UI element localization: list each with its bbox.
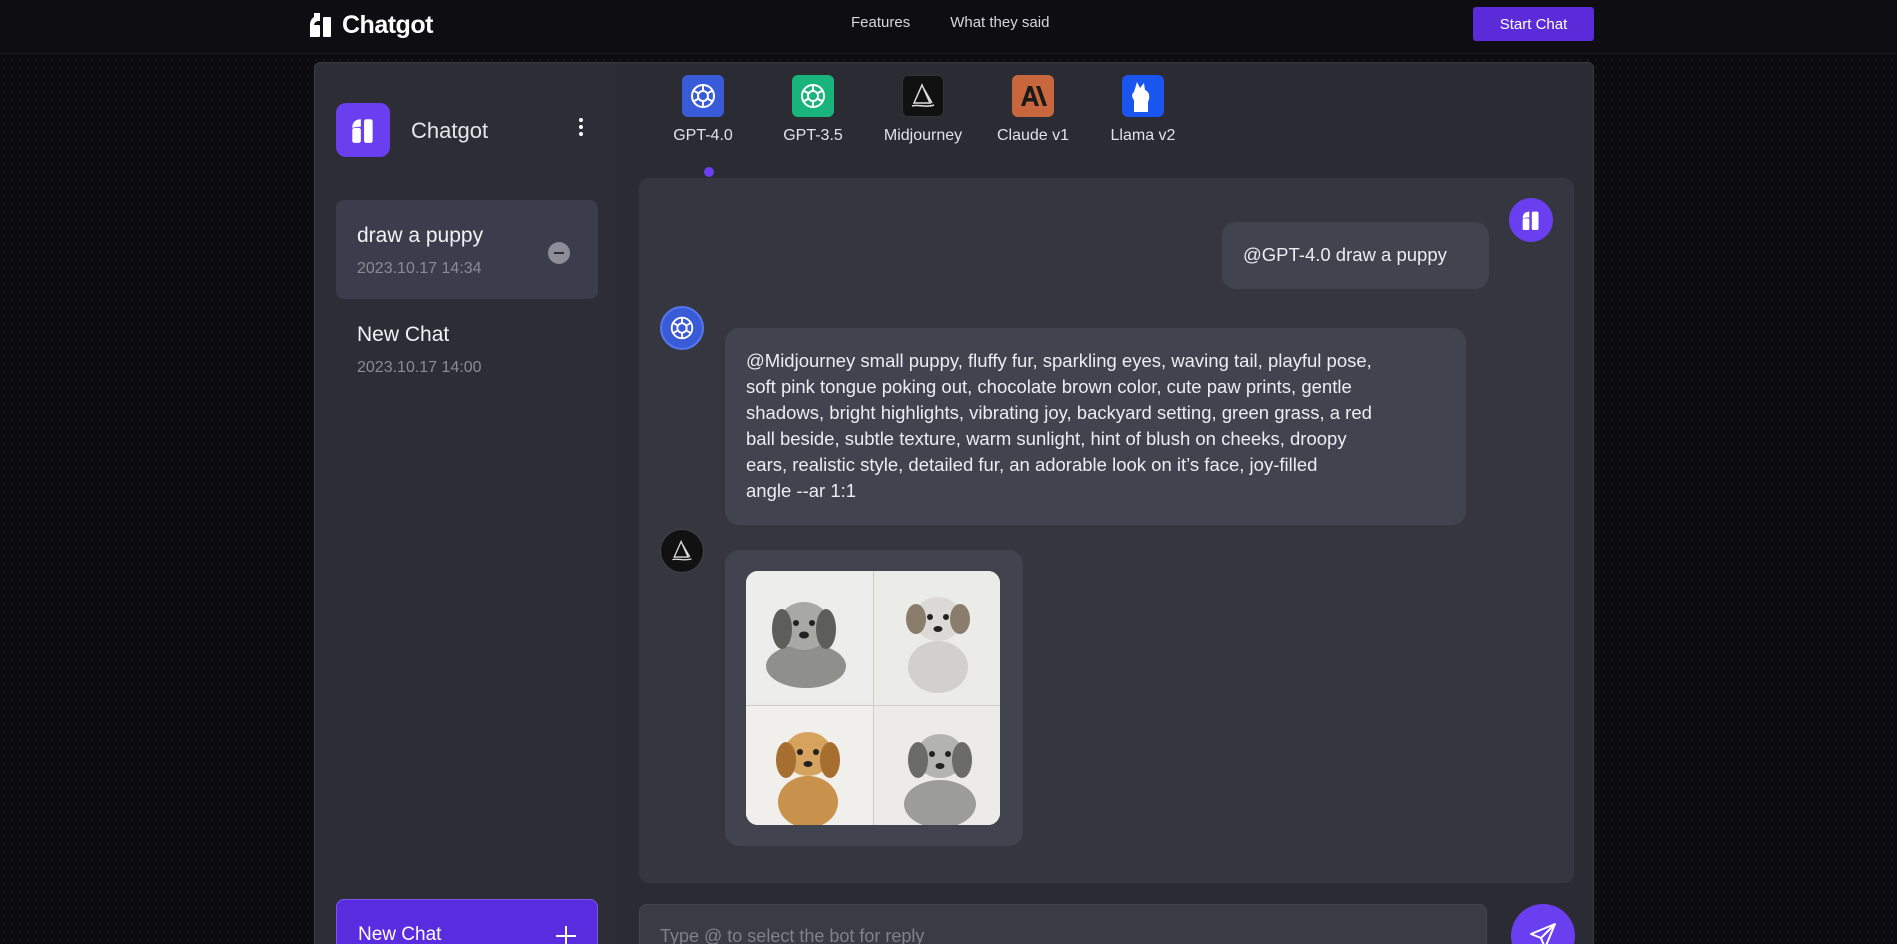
selected-bot-indicator [704, 167, 714, 177]
gpt-message: @Midjourney small puppy, fluffy fur, spa… [725, 328, 1466, 525]
message-input[interactable] [660, 923, 1460, 944]
nav-link-what-they-said[interactable]: What they said [950, 14, 1049, 31]
openai-icon [792, 75, 834, 117]
sailboat-icon [902, 75, 944, 117]
generated-puppy-image[interactable] [874, 571, 1000, 705]
midjourney-avatar-icon [660, 529, 704, 573]
gpt-avatar-icon [660, 306, 704, 350]
anthropic-icon [1012, 75, 1054, 117]
nav-link-features[interactable]: Features [851, 14, 910, 31]
sidebar: Chatgot draw a puppy 2023.10.17 14:34 Ne… [315, 63, 618, 944]
user-avatar [1509, 198, 1553, 242]
top-nav: Chatgot Features What they said Start Ch… [0, 0, 1897, 54]
message-composer [639, 904, 1487, 944]
plus-icon [556, 926, 576, 944]
bot-label: Midjourney [883, 127, 963, 144]
chat-title: New Chat [357, 323, 450, 346]
image-message [725, 550, 1023, 846]
user-message: @GPT-4.0 draw a puppy [1222, 222, 1489, 289]
start-chat-button[interactable]: Start Chat [1473, 7, 1594, 41]
chat-title: draw a puppy [357, 224, 484, 247]
bot-label: GPT-4.0 [673, 127, 733, 144]
main-panel: GPT-4.0 GPT-3.5 Midjourney Claude v1 Lla… [618, 63, 1593, 944]
chat-list-item-active[interactable]: draw a puppy 2023.10.17 14:34 [336, 200, 598, 299]
bot-midjourney[interactable]: Midjourney [868, 75, 978, 175]
generated-puppy-image[interactable] [874, 706, 1000, 825]
bot-claude-v1[interactable]: Claude v1 [978, 75, 1088, 175]
openai-icon [682, 75, 724, 117]
more-options-icon[interactable] [576, 115, 586, 145]
generated-puppy-image[interactable] [746, 571, 873, 705]
chat-timestamp: 2023.10.17 14:34 [357, 260, 482, 277]
send-button[interactable] [1511, 904, 1575, 944]
chatgot-logo-icon [310, 13, 331, 37]
bot-llama-v2[interactable]: Llama v2 [1088, 75, 1198, 175]
generated-puppy-image[interactable] [746, 706, 873, 825]
bot-gpt-4[interactable]: GPT-4.0 [648, 75, 758, 177]
brand[interactable]: Chatgot [310, 10, 433, 40]
chat-list-item[interactable]: New Chat 2023.10.17 14:00 [336, 299, 598, 398]
sidebar-header: Chatgot [336, 103, 598, 157]
bot-label: Claude v1 [996, 127, 1070, 144]
new-chat-button[interactable]: New Chat [336, 899, 598, 944]
sidebar-title: Chatgot [411, 118, 489, 143]
generated-image-grid[interactable] [746, 571, 1000, 825]
new-chat-label: New Chat [358, 924, 442, 944]
brand-name: Chatgot [342, 10, 433, 39]
conversation-panel: @GPT-4.0 draw a puppy @Midjourney small … [639, 178, 1574, 883]
bot-selector: GPT-4.0 GPT-3.5 Midjourney Claude v1 Lla… [648, 75, 1198, 177]
app-logo-icon [336, 103, 390, 157]
bot-gpt-3-5[interactable]: GPT-3.5 [758, 75, 868, 175]
chat-app: Chatgot draw a puppy 2023.10.17 14:34 Ne… [314, 62, 1594, 944]
chat-timestamp: 2023.10.17 14:00 [357, 359, 482, 376]
send-icon [1530, 923, 1556, 944]
remove-chat-icon[interactable] [548, 242, 570, 264]
llama-icon [1122, 75, 1164, 117]
bot-label: GPT-3.5 [783, 127, 843, 144]
nav-links: Features What they said [851, 14, 1049, 31]
bot-label: Llama v2 [1110, 127, 1176, 144]
